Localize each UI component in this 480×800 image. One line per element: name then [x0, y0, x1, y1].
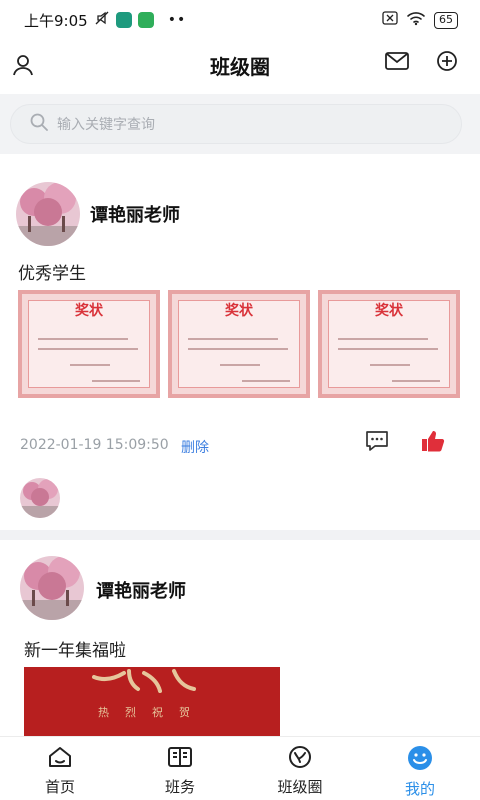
nav-home[interactable]: 首页 [0, 737, 120, 800]
certificate-title: 奖状 [375, 303, 403, 319]
post-text: 优秀学生 [18, 264, 86, 284]
search-placeholder: 输入关键字查询 [57, 117, 155, 133]
profile-icon[interactable] [12, 53, 34, 81]
certificate-line [70, 364, 110, 366]
like-icon[interactable] [420, 428, 446, 458]
avatar[interactable] [20, 556, 84, 620]
comment-icon[interactable] [364, 428, 390, 458]
certificate-line [38, 338, 128, 340]
certificate-title: 奖状 [225, 303, 253, 319]
mute-icon [94, 10, 110, 30]
certificate-line [392, 380, 440, 382]
certificate-line [38, 348, 138, 350]
add-post-icon[interactable] [436, 50, 458, 76]
nav-label: 班务 [164, 778, 195, 796]
certificate-line [220, 364, 260, 366]
nav-class-affairs[interactable]: 班务 [120, 737, 240, 800]
post-divider [0, 530, 480, 540]
calligraphy-decoration [92, 669, 196, 693]
bottom-nav: 首页 班务 班级圈 我的 [0, 736, 480, 800]
nav-class-circle[interactable]: 班级圈 [240, 737, 360, 800]
certificate-title: 奖状 [75, 303, 103, 319]
status-time: 上午9:05 [24, 11, 88, 30]
more-notifications-icon: •• [167, 12, 187, 28]
post-timestamp: 2022-01-19 15:09:50 [20, 437, 169, 453]
post-images: 奖状 奖状 奖状 [18, 290, 460, 398]
certificate-line [92, 380, 140, 382]
award-certificate-image[interactable]: 奖状 [168, 290, 310, 398]
liker-avatar[interactable] [20, 478, 60, 518]
nav-label: 我的 [404, 780, 435, 798]
certificate-line [188, 338, 278, 340]
header-actions [384, 50, 458, 76]
search-icon [29, 112, 49, 136]
book-icon [167, 745, 193, 773]
award-certificate-image[interactable]: 奖状 [318, 290, 460, 398]
avatar[interactable] [16, 182, 80, 246]
app-header: 班级圈 [0, 40, 480, 90]
status-left: 上午9:05 •• [24, 10, 186, 31]
post-card: 谭艳丽老师 新一年集福啦 热烈祝贺 [0, 540, 480, 736]
certificate-line [370, 364, 410, 366]
nav-label: 班级圈 [277, 778, 323, 796]
wifi-icon [406, 10, 426, 30]
banner-text: 热烈祝贺 [98, 706, 206, 719]
award-certificate-image[interactable]: 奖状 [18, 290, 160, 398]
sim-icon [382, 11, 398, 29]
page-title: 班级圈 [210, 54, 270, 79]
app-notification-icon [137, 12, 154, 28]
nav-label: 首页 [44, 778, 75, 796]
profile-icon [407, 745, 433, 775]
status-bar: 上午9:05 •• 65 [0, 0, 480, 40]
certificate-line [338, 338, 428, 340]
certificate-line [242, 380, 290, 382]
post-card: 谭艳丽老师 优秀学生 奖状 奖状 奖状 2022-01-19 15:09:50 … [0, 160, 480, 530]
search-input[interactable]: 输入关键字查询 [10, 104, 462, 144]
post-author[interactable]: 谭艳丽老师 [96, 577, 186, 603]
post-text: 新一年集福啦 [24, 641, 126, 661]
circle-icon [287, 745, 313, 773]
search-section: 输入关键字查询 [0, 94, 480, 154]
home-icon [47, 745, 73, 773]
delete-button[interactable]: 删除 [181, 437, 209, 457]
certificate-line [188, 348, 288, 350]
post-author[interactable]: 谭艳丽老师 [90, 201, 180, 227]
mail-icon[interactable] [384, 50, 410, 76]
nav-mine[interactable]: 我的 [360, 737, 480, 800]
certificate-line [338, 348, 438, 350]
post-image[interactable]: 热烈祝贺 [24, 667, 280, 736]
app-notification-icon [115, 12, 132, 28]
battery-icon: 65 [434, 11, 458, 29]
status-right: 65 [382, 10, 458, 30]
